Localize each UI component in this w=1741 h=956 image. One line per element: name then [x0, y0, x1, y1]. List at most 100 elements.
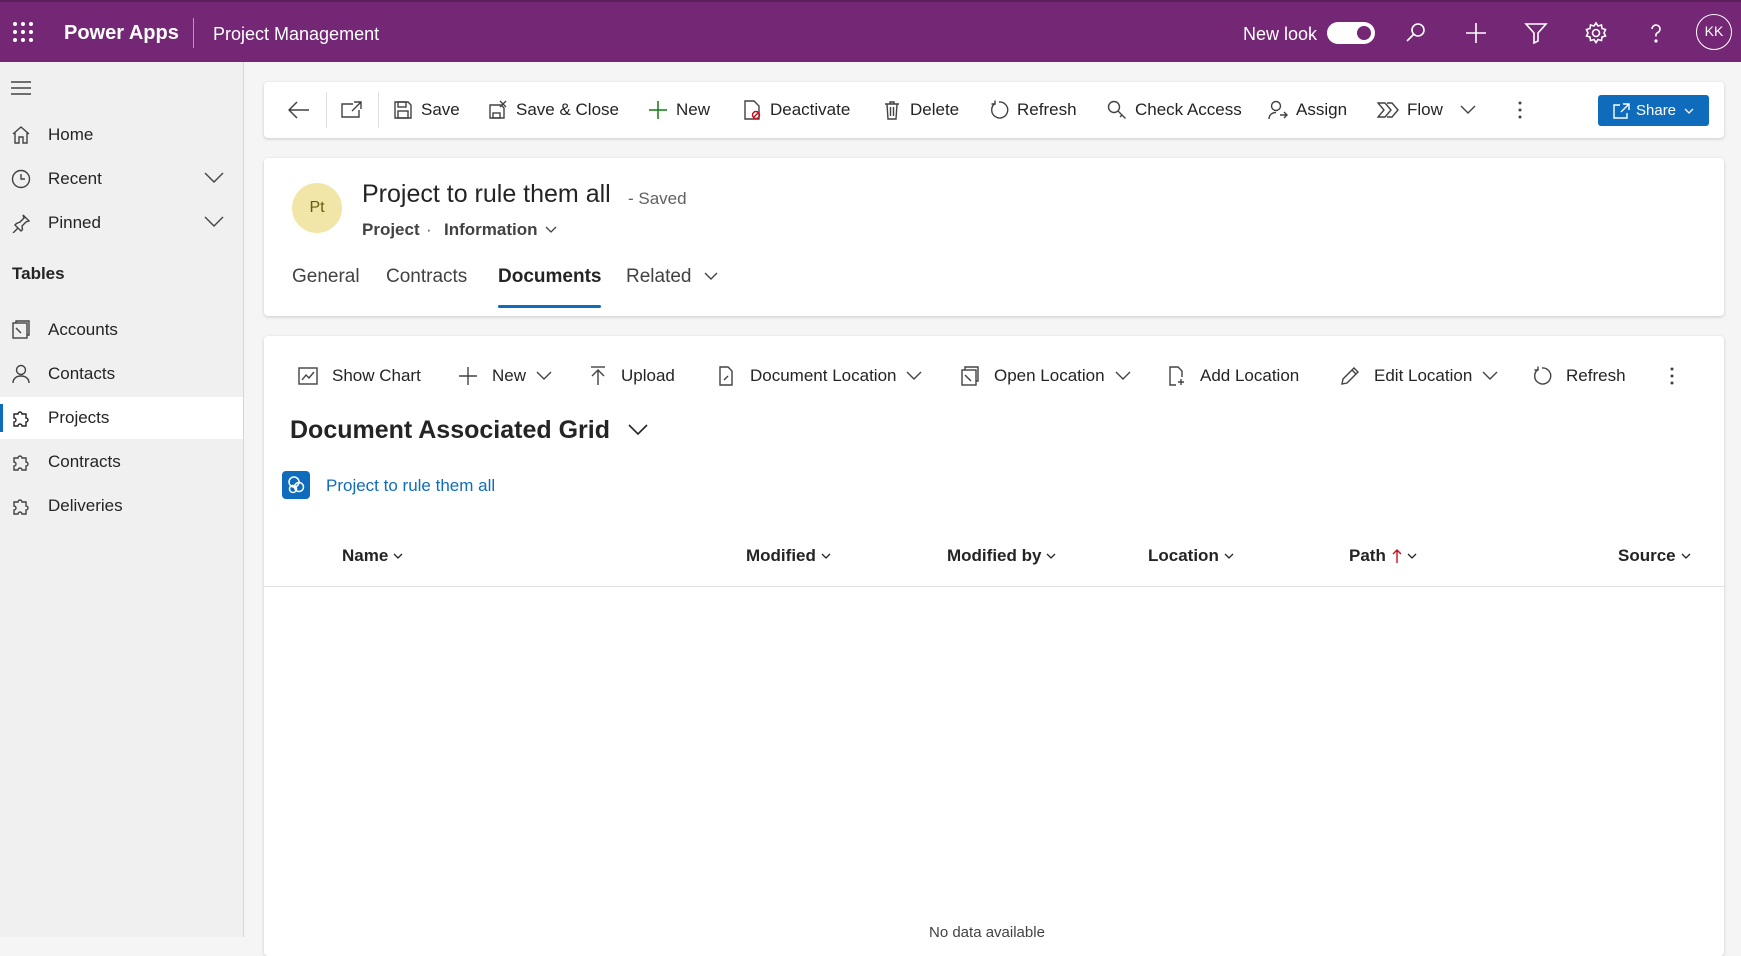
- open-new-window-button[interactable]: [340, 82, 362, 138]
- tab-general[interactable]: General: [292, 266, 360, 288]
- grid-refresh-button[interactable]: Refresh: [1532, 336, 1626, 416]
- sidebar-item-home[interactable]: Home: [0, 114, 243, 156]
- add-document-icon: [1166, 366, 1186, 386]
- back-button[interactable]: [288, 82, 310, 138]
- chevron-down-icon[interactable]: [704, 272, 718, 281]
- waffle-icon[interactable]: [12, 21, 34, 43]
- home-icon: [11, 125, 31, 145]
- delete-button[interactable]: Delete: [882, 82, 959, 138]
- tab-contracts[interactable]: Contracts: [386, 266, 467, 288]
- chevron-down-icon: [1681, 553, 1691, 559]
- sidebar-item-contacts[interactable]: Contacts: [0, 353, 243, 395]
- sidebar-item-accounts[interactable]: Accounts: [0, 309, 243, 351]
- chevron-down-icon[interactable]: [204, 172, 224, 184]
- app-name[interactable]: Power Apps: [64, 22, 179, 45]
- column-header-label: Source: [1618, 546, 1676, 565]
- person-assign-icon: [1268, 100, 1288, 120]
- grid-new-label: New: [492, 366, 527, 385]
- app-title[interactable]: Project Management: [213, 24, 379, 45]
- document-location-label: Document Location: [750, 366, 897, 385]
- sidebar-item-label: Home: [48, 125, 94, 144]
- check-access-button[interactable]: Check Access: [1107, 82, 1242, 138]
- assign-button[interactable]: Assign: [1268, 82, 1347, 138]
- column-header-modified[interactable]: Modified: [746, 546, 831, 566]
- flow-dropdown-chevron[interactable]: [1460, 82, 1476, 138]
- add-location-button[interactable]: Add Location: [1166, 336, 1299, 416]
- deactivate-button[interactable]: Deactivate: [742, 82, 850, 138]
- chevron-down-icon[interactable]: [204, 216, 224, 228]
- share-icon: [1612, 102, 1630, 119]
- form-selector[interactable]: Information: [444, 220, 538, 240]
- view-selector-chevron[interactable]: [628, 424, 648, 436]
- save-button[interactable]: Save: [393, 82, 460, 138]
- refresh-button[interactable]: Refresh: [989, 82, 1077, 138]
- sidebar-item-label: Accounts: [48, 320, 118, 339]
- document-location-link[interactable]: Project to rule them all: [326, 476, 495, 496]
- check-access-label: Check Access: [1135, 100, 1242, 119]
- tab-documents[interactable]: Documents: [498, 266, 601, 288]
- person-icon: [11, 364, 31, 384]
- sidebar-item-projects[interactable]: Projects: [0, 397, 243, 439]
- hamburger-icon[interactable]: [11, 81, 31, 95]
- plus-icon[interactable]: [1464, 21, 1488, 45]
- upload-icon: [589, 366, 607, 386]
- upload-button[interactable]: Upload: [589, 336, 675, 416]
- sidebar: Home Recent Pinned Tables Accounts Conta…: [0, 62, 244, 937]
- filter-icon[interactable]: [1524, 21, 1548, 45]
- new-button[interactable]: New: [648, 82, 710, 138]
- column-header-modified-by[interactable]: Modified by: [947, 546, 1056, 566]
- sidebar-item-deliveries[interactable]: Deliveries: [0, 485, 243, 527]
- key-search-icon: [1107, 100, 1127, 120]
- plus-icon: [648, 100, 668, 120]
- column-header-label: Name: [342, 546, 389, 565]
- save-status: - Saved: [628, 189, 687, 208]
- edit-location-button[interactable]: Edit Location: [1340, 336, 1498, 416]
- chevron-down-icon[interactable]: [545, 226, 557, 233]
- share-button[interactable]: Share: [1598, 95, 1709, 126]
- tab-related[interactable]: Related: [626, 266, 692, 288]
- chevron-down-icon: [821, 553, 831, 559]
- trash-icon: [882, 100, 902, 120]
- user-avatar[interactable]: KK: [1696, 14, 1732, 50]
- show-chart-button[interactable]: Show Chart: [298, 336, 421, 416]
- new-look-toggle[interactable]: [1327, 22, 1375, 44]
- sidebar-item-contracts[interactable]: Contracts: [0, 441, 243, 483]
- column-header-label: Modified: [746, 546, 816, 565]
- chevron-down-icon: [1046, 553, 1056, 559]
- grid-more-commands-icon[interactable]: [1670, 336, 1674, 416]
- open-location-button[interactable]: Open Location: [960, 336, 1131, 416]
- sidebar-item-pinned[interactable]: Pinned: [0, 202, 243, 244]
- upload-label: Upload: [621, 366, 675, 385]
- pin-icon: [11, 213, 31, 233]
- chevron-down-icon: [1224, 553, 1234, 559]
- record-title: Project to rule them all: [362, 180, 611, 208]
- column-header-path[interactable]: Path: [1349, 546, 1417, 566]
- command-divider: [326, 92, 327, 128]
- search-icon[interactable]: [1404, 21, 1428, 45]
- edit-location-label: Edit Location: [1374, 366, 1473, 385]
- empty-grid-message: No data available: [929, 924, 1045, 941]
- column-header-name[interactable]: Name: [342, 546, 403, 566]
- puzzle-icon: [11, 452, 31, 472]
- column-header-source[interactable]: Source: [1618, 546, 1691, 566]
- save-close-button[interactable]: Save & Close: [488, 82, 619, 138]
- grid-new-button[interactable]: New: [458, 336, 552, 416]
- record-header: Pt Project to rule them all - Saved Proj…: [264, 158, 1724, 316]
- add-location-label: Add Location: [1200, 366, 1300, 385]
- sidebar-item-recent[interactable]: Recent: [0, 158, 243, 200]
- plus-icon: [458, 366, 478, 386]
- show-chart-label: Show Chart: [332, 366, 421, 385]
- app-header: Power Apps Project Management New look K…: [0, 0, 1741, 62]
- entity-name: Project: [362, 220, 420, 239]
- flow-button[interactable]: Flow: [1377, 82, 1443, 138]
- document-location-button[interactable]: Document Location: [716, 336, 922, 416]
- column-header-label: Modified by: [947, 546, 1042, 565]
- help-icon[interactable]: [1644, 21, 1668, 45]
- gear-icon[interactable]: [1584, 21, 1608, 45]
- chevron-down-icon: [536, 371, 552, 381]
- column-header-location[interactable]: Location: [1148, 546, 1234, 566]
- puzzle-icon: [11, 496, 31, 516]
- more-commands-icon[interactable]: [1518, 82, 1522, 138]
- chevron-down-icon: [1482, 371, 1498, 381]
- view-title[interactable]: Document Associated Grid: [290, 416, 610, 445]
